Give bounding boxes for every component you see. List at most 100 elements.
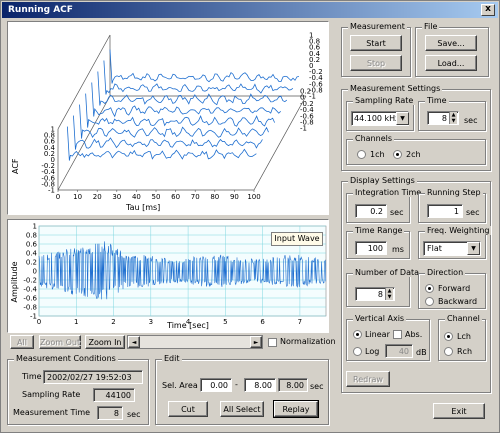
backward-radio[interactable] bbox=[425, 297, 434, 306]
chevron-down-icon[interactable]: ▼ bbox=[467, 242, 480, 255]
acf-ylabel: ACF bbox=[11, 158, 20, 174]
zoom-out-button[interactable]: Zoom Out bbox=[39, 335, 81, 349]
acf-depth-axis-right bbox=[253, 95, 307, 191]
sampling-rate-value: 44100 bbox=[93, 388, 135, 402]
measurement-settings-legend: Measurement Settings bbox=[348, 84, 443, 93]
acf-x-tick-label: 0 bbox=[56, 193, 60, 201]
wave-y-tick-label: 1 bbox=[33, 223, 37, 231]
acf-x-tick-label: 60 bbox=[171, 193, 180, 201]
direction-legend: Direction bbox=[425, 268, 466, 277]
chevron-down-icon[interactable]: ▼ bbox=[396, 112, 409, 125]
number-of-data-legend: Number of Data bbox=[353, 268, 422, 277]
input-wave-label: Input Wave bbox=[271, 232, 323, 246]
lch-label: Lch bbox=[457, 332, 471, 341]
acf-x-tick-label: 80 bbox=[210, 193, 219, 201]
sampling-rate-label: Sampling Rate bbox=[22, 390, 81, 399]
wave-y-tick-label: 0.4 bbox=[26, 250, 38, 258]
wave-plot: Amplitude Time [sec] 1 0.8 0.6 0.4 0.2 0 -0.2-… bbox=[7, 219, 329, 333]
replay-button[interactable]: Replay bbox=[273, 400, 319, 418]
scroll-left-button[interactable]: ◄ bbox=[128, 336, 140, 348]
time-setting-unit: sec bbox=[464, 116, 478, 125]
sel-area-unit: sec bbox=[310, 382, 324, 391]
acf-x-tick-label: 20 bbox=[93, 193, 102, 201]
acf-x-tick-label: 70 bbox=[191, 193, 200, 201]
save-button[interactable]: Save... bbox=[425, 35, 477, 51]
time-spinner[interactable]: ▲ ▼ bbox=[449, 112, 457, 124]
channel-1ch-label: 1ch bbox=[370, 150, 385, 159]
wave-y-tick-label: -0.8 bbox=[23, 304, 37, 312]
log-radio[interactable] bbox=[353, 347, 362, 356]
main-window: Running ACF x ACF Tau [ms] 1 0.8 0.6 0.4 0.2… bbox=[0, 0, 500, 433]
linear-label: Linear bbox=[365, 330, 390, 339]
exit-button[interactable]: Exit bbox=[433, 403, 485, 419]
log-db-input[interactable]: 40 bbox=[385, 344, 413, 358]
forward-label: Forward bbox=[438, 284, 471, 293]
sel-area-label: Sel. Area bbox=[162, 381, 198, 390]
backward-label: Backward bbox=[438, 297, 478, 306]
rch-radio[interactable] bbox=[444, 347, 453, 356]
forward-radio[interactable] bbox=[425, 284, 434, 293]
redraw-button[interactable]: Redraw bbox=[346, 371, 390, 387]
acf-depth-axis-top bbox=[57, 34, 111, 130]
running-step-input[interactable]: 1 bbox=[427, 204, 463, 218]
window-title: Running ACF bbox=[8, 5, 73, 15]
wave-x-tick-label: 7 bbox=[298, 318, 302, 326]
acf-y-tick-label: -1 bbox=[48, 187, 55, 195]
all-select-button[interactable]: All Select bbox=[220, 401, 264, 417]
zoom-in-button[interactable]: Zoom In bbox=[85, 335, 125, 349]
cut-button[interactable]: Cut bbox=[168, 401, 208, 417]
sel-area-length: 8.00 bbox=[278, 378, 308, 392]
integration-time-legend: Integration Time bbox=[353, 188, 424, 197]
wave-ylabel: Amplitude bbox=[10, 261, 19, 302]
start-button[interactable]: Start bbox=[350, 35, 402, 51]
number-of-data-spinner[interactable]: ▲ ▼ bbox=[385, 288, 393, 300]
acf-trace-line bbox=[109, 49, 300, 84]
linear-radio[interactable] bbox=[353, 330, 362, 339]
time-range-legend: Time Range bbox=[353, 226, 405, 235]
acf-3d-chart: ACF Tau [ms] 10.80.60.40.20-0.2-0.4-0.6-… bbox=[11, 32, 323, 213]
measurement-conditions-legend: Measurement Conditions bbox=[14, 354, 118, 363]
normalization-label: Normalization bbox=[280, 337, 336, 346]
wave-y-tick-label: 0 bbox=[33, 268, 37, 276]
abs-checkbox[interactable] bbox=[393, 330, 402, 339]
sampling-rate-legend: Sampling Rate bbox=[353, 96, 416, 105]
edit-legend: Edit bbox=[162, 354, 182, 363]
measurement-legend: Measurement bbox=[348, 22, 407, 31]
channel-2ch-radio[interactable] bbox=[393, 150, 402, 159]
abs-label: Abs. bbox=[405, 330, 423, 339]
zoom-all-button[interactable]: All bbox=[10, 335, 34, 349]
wave-x-tick-label: 0 bbox=[37, 318, 41, 326]
lch-radio[interactable] bbox=[444, 332, 453, 341]
acf-right-y-tick-label: -1 bbox=[300, 125, 307, 133]
wave-y-tick-label: 0.6 bbox=[26, 241, 38, 249]
close-button[interactable]: x bbox=[481, 4, 495, 16]
running-step-unit: sec bbox=[466, 208, 480, 217]
normalization-checkbox[interactable] bbox=[268, 338, 277, 347]
load-button[interactable]: Load... bbox=[425, 55, 477, 71]
wave-y-tick-label: 0.8 bbox=[26, 232, 37, 240]
measurement-time-unit: sec bbox=[127, 410, 141, 419]
acf-x-tick-label: 30 bbox=[112, 193, 121, 201]
scroll-right-button[interactable]: ► bbox=[250, 336, 262, 348]
wave-x-tick-label: 3 bbox=[149, 318, 153, 326]
wave-y-tick-label: -0.2 bbox=[23, 277, 37, 285]
channel-1ch-radio[interactable] bbox=[357, 150, 366, 159]
integration-time-unit: sec bbox=[390, 208, 404, 217]
log-label: Log bbox=[365, 347, 380, 356]
measurement-time-label: Measurement Time bbox=[13, 408, 91, 417]
acf-3d-plot: ACF Tau [ms] 1 0.8 0.6 0.4 0.2 0 -0.2 -0.4 -0.6-… bbox=[7, 21, 329, 215]
acf-x-tick-label: 90 bbox=[230, 193, 239, 201]
stop-button[interactable]: Stop bbox=[350, 55, 402, 71]
integration-time-input[interactable]: 0.2 bbox=[355, 204, 387, 218]
file-legend: File bbox=[422, 22, 440, 31]
sel-area-from-input[interactable]: 0.00 bbox=[200, 378, 232, 392]
acf-trace-line bbox=[73, 115, 263, 150]
time-scrollbar[interactable]: ◄ ► bbox=[127, 335, 263, 349]
sel-area-to-input[interactable]: 8.00 bbox=[244, 378, 276, 392]
display-settings-legend: Display Settings bbox=[348, 176, 417, 185]
acf-depth-axis-left bbox=[57, 95, 111, 191]
wave-x-tick-label: 2 bbox=[111, 318, 115, 326]
time-range-input[interactable]: 100 bbox=[355, 241, 387, 255]
acf-trace-line bbox=[103, 60, 294, 95]
title-bar: Running ACF x bbox=[2, 2, 498, 18]
